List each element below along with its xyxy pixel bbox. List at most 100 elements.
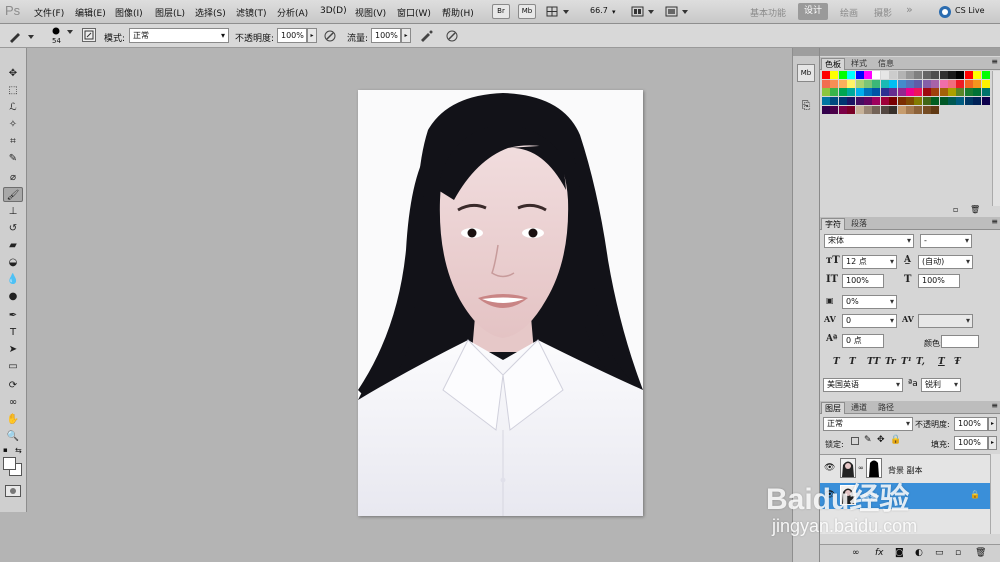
panel-menu-icon[interactable]: ≡: [991, 57, 998, 66]
color-swatch[interactable]: [964, 97, 973, 106]
color-swatch[interactable]: [981, 71, 990, 79]
workspace-design[interactable]: 设计: [798, 3, 828, 20]
panel-menu-icon[interactable]: ≡: [991, 217, 998, 226]
more-workspaces-button[interactable]: »: [906, 3, 913, 16]
bridge-button[interactable]: Br: [492, 4, 510, 19]
3d-orbit-tool[interactable]: ∞: [3, 395, 23, 410]
color-swatch[interactable]: [847, 105, 856, 114]
blur-tool[interactable]: 💧: [3, 272, 23, 287]
tablet-pressure-size-button[interactable]: [444, 29, 460, 43]
color-swatch[interactable]: [822, 97, 830, 106]
menu-edit[interactable]: 编辑(E): [75, 6, 106, 19]
quick-selection-tool[interactable]: ✧: [3, 117, 23, 132]
color-swatch[interactable]: [906, 79, 914, 88]
clone-stamp-tool[interactable]: ⊥: [3, 204, 23, 219]
color-swatch[interactable]: [931, 88, 940, 97]
color-swatch[interactable]: [964, 71, 973, 79]
color-swatch[interactable]: [981, 97, 990, 106]
color-swatch[interactable]: [922, 88, 931, 97]
layers-scrollbar[interactable]: [990, 454, 1000, 534]
color-swatch[interactable]: [855, 105, 864, 114]
vertical-scale-input[interactable]: 100%: [842, 274, 884, 288]
crop-tool[interactable]: ⌗: [3, 134, 23, 149]
lock-pixels-icon[interactable]: ✎: [864, 435, 872, 445]
color-swatch[interactable]: [847, 71, 856, 79]
workspace-photography[interactable]: 摄影: [874, 6, 892, 19]
superscript-button[interactable]: T¹: [901, 357, 912, 367]
color-swatch[interactable]: [847, 97, 856, 106]
color-swatch[interactable]: [948, 97, 956, 106]
color-swatch[interactable]: [822, 88, 830, 97]
swatches-scrollbar[interactable]: [992, 71, 1000, 206]
color-swatch[interactable]: [822, 71, 830, 79]
eye-icon[interactable]: 👁: [824, 463, 835, 473]
color-swatch[interactable]: [855, 71, 864, 79]
color-swatch[interactable]: [914, 105, 923, 114]
color-swatch[interactable]: [981, 79, 990, 88]
color-swatch[interactable]: [939, 88, 948, 97]
color-swatch[interactable]: [897, 79, 906, 88]
leading-select[interactable]: (自动): [918, 255, 973, 269]
history-panel-button[interactable]: ⎘: [797, 98, 815, 116]
color-swatch[interactable]: [847, 79, 856, 88]
color-swatch[interactable]: [889, 105, 898, 114]
move-tool[interactable]: ✥: [3, 66, 23, 81]
view-extras-button[interactable]: [545, 5, 573, 19]
color-swatch[interactable]: [889, 88, 898, 97]
color-swatch[interactable]: [922, 105, 931, 114]
tsume-select[interactable]: 0%: [842, 295, 897, 309]
layer-row[interactable]: 👁 ∞ 背景 副本: [820, 456, 990, 482]
lock-all-icon[interactable]: 🔒: [890, 435, 901, 445]
layer-blend-mode-select[interactable]: 正常: [823, 417, 913, 431]
brush-tool[interactable]: 🖌: [3, 187, 23, 202]
tab-paths[interactable]: 路径: [875, 402, 897, 414]
small-caps-button[interactable]: Tr: [885, 357, 896, 367]
shape-tool[interactable]: ▭: [3, 359, 23, 374]
layer-row-selected[interactable]: 👁 背景 🔒: [820, 483, 990, 509]
color-swatch[interactable]: [906, 71, 914, 79]
tablet-pressure-opacity-button[interactable]: [322, 29, 338, 43]
zoom-dropdown-icon[interactable]: ▾: [612, 8, 616, 16]
color-swatch[interactable]: [889, 71, 898, 79]
menu-select[interactable]: 选择(S): [195, 6, 226, 19]
tab-layers[interactable]: 图层: [821, 402, 845, 414]
tab-info[interactable]: 信息: [875, 58, 897, 70]
color-swatch[interactable]: [864, 97, 872, 106]
menu-view[interactable]: 视图(V): [355, 6, 386, 19]
quick-mask-button[interactable]: [5, 485, 21, 497]
color-swatch[interactable]: [880, 97, 889, 106]
menu-layer[interactable]: 图层(L): [155, 6, 185, 19]
color-swatch[interactable]: [973, 79, 982, 88]
underline-button[interactable]: T: [938, 357, 945, 367]
blend-mode-select[interactable]: 正常 ▾: [129, 28, 229, 43]
flow-input[interactable]: 100%: [371, 28, 401, 43]
mini-bridge-panel-button[interactable]: Mb: [797, 64, 815, 82]
dodge-tool[interactable]: ●: [3, 289, 23, 304]
color-swatch[interactable]: [964, 79, 973, 88]
menu-help[interactable]: 帮助(H): [442, 6, 474, 19]
color-swatch[interactable]: [864, 105, 872, 114]
color-swatch[interactable]: [897, 71, 906, 79]
color-swatch[interactable]: [822, 105, 830, 114]
color-swatch[interactable]: [880, 71, 889, 79]
tracking-select[interactable]: [918, 314, 973, 328]
link-layers-icon[interactable]: ∞: [852, 548, 860, 558]
color-swatch[interactable]: [914, 71, 923, 79]
color-swatch[interactable]: [956, 97, 965, 106]
color-swatch[interactable]: [939, 79, 948, 88]
tab-channels[interactable]: 通道: [848, 402, 870, 414]
flow-slider-button[interactable]: ▸: [401, 28, 411, 43]
color-swatch[interactable]: [914, 97, 923, 106]
delete-swatch-icon[interactable]: 🗑: [970, 205, 980, 214]
color-swatch[interactable]: [956, 79, 965, 88]
tab-character[interactable]: 字符: [821, 218, 845, 230]
color-swatch[interactable]: [880, 105, 889, 114]
subscript-button[interactable]: T,: [916, 357, 925, 367]
color-swatch[interactable]: [880, 79, 889, 88]
faux-italic-button[interactable]: T: [849, 357, 856, 367]
color-swatch[interactable]: [830, 105, 839, 114]
color-swatch[interactable]: [956, 71, 965, 79]
color-swatch[interactable]: [864, 79, 872, 88]
tab-styles[interactable]: 样式: [848, 58, 870, 70]
color-swatch[interactable]: [956, 88, 965, 97]
